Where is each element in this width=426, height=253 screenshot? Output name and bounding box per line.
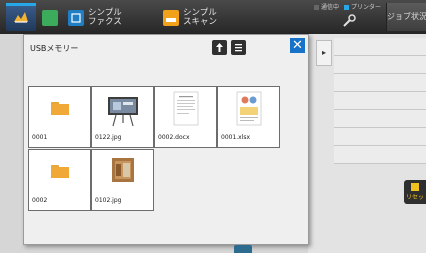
image-thumbnail	[108, 97, 138, 127]
file-tile-folder[interactable]: 0002	[28, 149, 91, 211]
scroll-handle[interactable]	[234, 245, 252, 253]
file-tile-image[interactable]: 0102.jpg	[91, 149, 154, 211]
home-button[interactable]	[6, 3, 36, 31]
side-list-row	[334, 110, 426, 128]
app-simple-fax[interactable]: シンプル ファクス	[68, 7, 122, 29]
comm-status: 通信中	[321, 4, 340, 11]
dialog-title: USBメモリー	[30, 44, 79, 53]
status-area: 通信中 プリンター	[314, 2, 381, 11]
active-indicator	[6, 3, 36, 6]
upload-button[interactable]	[212, 40, 227, 55]
close-icon: ✕	[292, 38, 303, 53]
side-panel-toggle[interactable]: ▸	[316, 40, 332, 66]
folder-icon	[51, 102, 69, 115]
file-tile-spreadsheet[interactable]: 0001.xlsx	[217, 86, 280, 148]
reset-button[interactable]: リセット	[404, 180, 426, 204]
file-name: 0002	[32, 197, 48, 204]
file-tile-document[interactable]: 0002.docx	[154, 86, 217, 148]
printer-status-icon	[343, 5, 349, 10]
list-icon	[235, 44, 242, 52]
image-thumbnail	[112, 158, 134, 182]
usb-file-browser-dialog: USBメモリー ✕ 0001 0122.jpg 0002.docx 0001.x…	[23, 34, 309, 245]
side-list-row	[334, 128, 426, 146]
top-bar: シンプル ファクス シンプル スキャン 通信中 プリンター ジョブ状況	[0, 0, 426, 34]
side-list-row	[334, 146, 426, 164]
printer-status: プリンター	[350, 4, 381, 11]
close-button[interactable]: ✕	[290, 38, 305, 53]
reset-icon	[411, 183, 419, 191]
app-shortcut-green[interactable]	[42, 7, 58, 29]
file-tile-folder[interactable]: 0001	[28, 86, 91, 148]
scan-label: シンプル スキャン	[183, 8, 218, 27]
fax-label: シンプル ファクス	[88, 8, 122, 27]
side-list-row	[334, 38, 426, 56]
side-list	[334, 38, 426, 164]
fax-icon	[68, 10, 84, 26]
file-tile-image[interactable]: 0122.jpg	[91, 86, 154, 148]
app-simple-scan[interactable]: シンプル スキャン	[163, 7, 217, 29]
file-name: 0002.docx	[158, 134, 190, 141]
reset-label: リセット	[406, 194, 426, 201]
side-list-row	[334, 92, 426, 110]
comm-status-icon	[314, 5, 319, 10]
folder-icon	[51, 165, 69, 178]
list-view-button[interactable]	[231, 40, 246, 55]
document-thumbnail	[173, 91, 199, 126]
file-name: 0102.jpg	[95, 197, 122, 204]
file-name: 0001.xlsx	[221, 134, 251, 141]
file-name: 0122.jpg	[95, 134, 122, 141]
scan-icon	[163, 10, 179, 26]
spreadsheet-thumbnail	[236, 91, 262, 126]
file-name: 0001	[32, 134, 48, 141]
job-status-button[interactable]: ジョブ状況	[386, 3, 426, 31]
arrow-up-icon	[216, 43, 223, 52]
app-icon	[42, 10, 58, 26]
side-list-row	[334, 56, 426, 74]
home-icon	[14, 12, 28, 23]
side-list-row	[334, 74, 426, 92]
wrench-icon	[343, 14, 356, 27]
